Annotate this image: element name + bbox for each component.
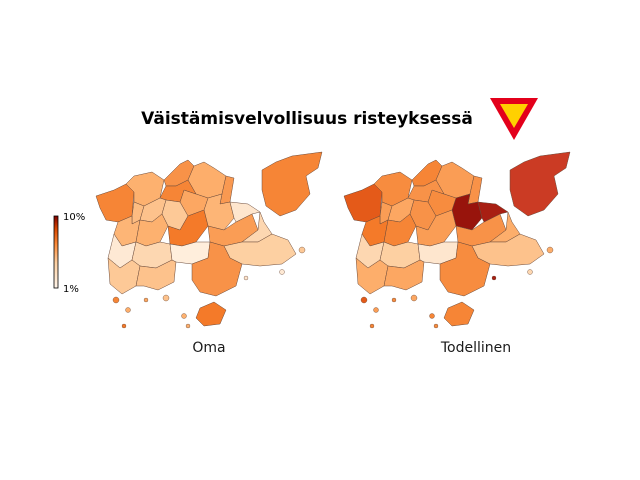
region-todellinen-25 xyxy=(509,151,571,217)
island-oma-1 xyxy=(125,307,131,313)
island-oma-6 xyxy=(279,269,285,275)
island-oma-7 xyxy=(298,246,306,254)
map-label-oma: Oma xyxy=(192,340,225,356)
map-label-todellinen: Todellinen xyxy=(440,340,511,356)
island-todellinen-0 xyxy=(360,296,368,304)
region-oma-0 xyxy=(95,183,135,223)
island-oma-0 xyxy=(112,296,120,304)
island-oma-5 xyxy=(243,275,249,281)
yield-sign-icon xyxy=(490,98,538,140)
island-todellinen-9 xyxy=(433,323,439,329)
chart-title: Väistämisvelvollisuus risteyksessä xyxy=(141,109,473,129)
island-todellinen-8 xyxy=(369,323,375,329)
island-oma-3 xyxy=(162,294,170,302)
map-todellinen xyxy=(343,151,571,329)
island-todellinen-1 xyxy=(373,307,379,313)
region-todellinen-0 xyxy=(343,183,383,223)
figure: Väistämisvelvollisuus risteyksessä 10% 1… xyxy=(53,98,571,356)
island-oma-8 xyxy=(121,323,127,329)
island-oma-4 xyxy=(181,313,187,319)
region-todellinen-24 xyxy=(443,301,475,327)
colorbar-gradient xyxy=(53,215,59,289)
island-todellinen-3 xyxy=(410,294,418,302)
island-todellinen-2 xyxy=(391,297,397,303)
island-oma-2 xyxy=(143,297,149,303)
colorbar: 10% 1% xyxy=(53,212,85,295)
region-oma-24 xyxy=(195,301,227,327)
island-todellinen-6 xyxy=(527,269,533,275)
colorbar-min-label: 1% xyxy=(63,284,79,295)
region-oma-25 xyxy=(261,151,323,217)
island-todellinen-5 xyxy=(491,275,497,281)
island-todellinen-4 xyxy=(429,313,435,319)
map-oma xyxy=(95,151,323,329)
colorbar-max-label: 10% xyxy=(63,212,85,223)
island-todellinen-7 xyxy=(546,246,554,254)
island-oma-9 xyxy=(185,323,191,329)
